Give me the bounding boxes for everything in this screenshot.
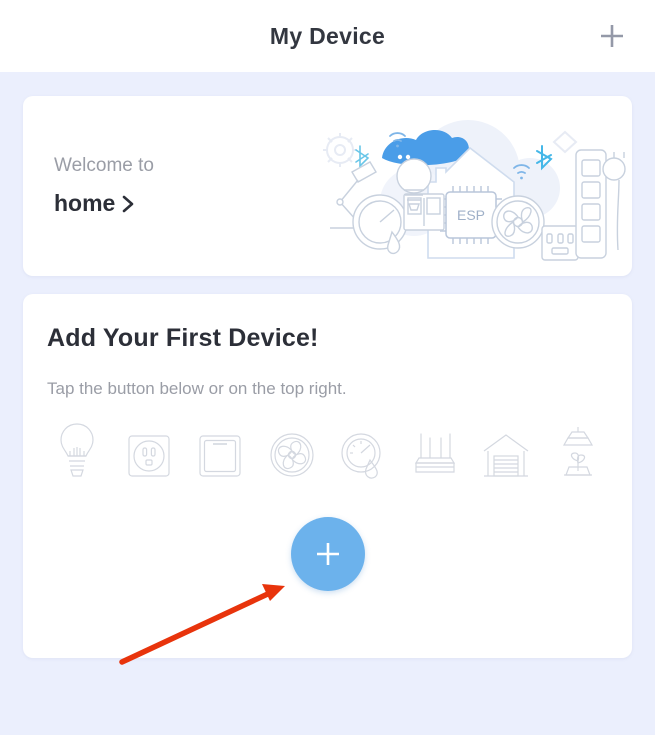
app-header: My Device (0, 0, 655, 72)
svg-text:ESP: ESP (457, 207, 485, 223)
add-device-fab-container (23, 517, 632, 591)
light-bulb-icon[interactable] (49, 417, 105, 479)
router-icon[interactable] (407, 417, 463, 479)
fan-icon[interactable] (264, 417, 320, 479)
plus-icon (601, 25, 623, 47)
wall-switch-icon[interactable] (192, 417, 248, 479)
add-device-subtitle: Tap the button below or on the top right… (47, 379, 347, 398)
device-type-icon-row (23, 399, 632, 479)
home-selector[interactable]: home (54, 190, 154, 217)
add-first-device-card: Add Your First Device! Tap the button be… (23, 294, 632, 658)
page-title: My Device (269, 22, 386, 49)
plus-icon (316, 543, 339, 565)
garage-door-icon[interactable] (478, 417, 534, 479)
add-device-header-button[interactable] (591, 15, 633, 57)
humidity-sensor-icon[interactable] (335, 417, 391, 479)
smart-home-esp-illustration: ESP (323, 120, 626, 261)
add-device-fab[interactable] (290, 517, 365, 591)
grow-light-plant-icon[interactable] (550, 417, 606, 479)
home-name: home (54, 190, 116, 216)
chevron-right-icon (120, 193, 137, 215)
welcome-card[interactable]: Welcome to home ESP (23, 96, 632, 276)
welcome-label: Welcome to (54, 155, 154, 176)
power-outlet-icon[interactable] (121, 417, 177, 479)
welcome-text-group: Welcome to home (23, 155, 154, 217)
add-device-title: Add Your First Device! (47, 324, 319, 352)
page-body: Welcome to home ESP Add Your First Devic… (0, 72, 655, 658)
